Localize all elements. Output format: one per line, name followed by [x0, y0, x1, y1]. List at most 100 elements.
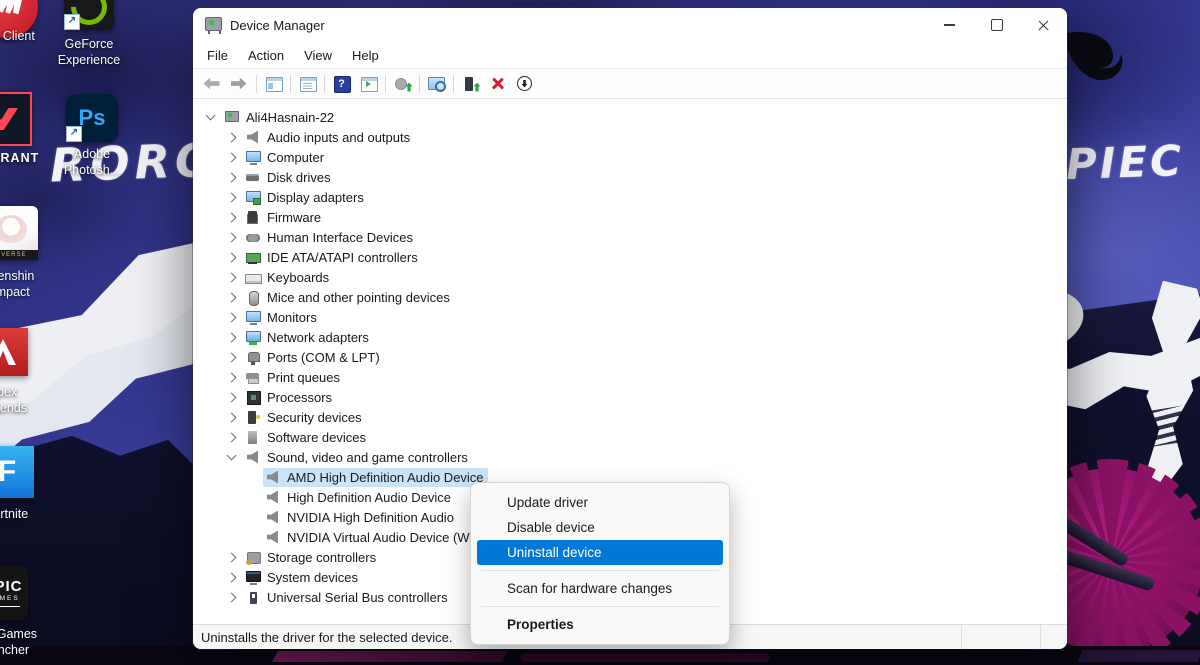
tree-item-entry[interactable]: Ports (COM & LPT): [243, 348, 384, 367]
tree-item-entry[interactable]: IDE ATA/ATAPI controllers: [243, 248, 422, 267]
tree-item-label: Ports (COM & LPT): [267, 350, 380, 365]
forward-icon: [230, 76, 250, 92]
menubar-item-help[interactable]: Help: [342, 45, 389, 66]
uninstall-device-button[interactable]: [484, 71, 511, 96]
tree-item-entry[interactable]: Universal Serial Bus controllers: [243, 588, 452, 607]
properties-button[interactable]: [294, 71, 321, 96]
tree-item-selected[interactable]: AMD High Definition Audio Device: [263, 468, 488, 487]
tree-item-entry[interactable]: Software devices: [243, 428, 370, 447]
tree-item-entry[interactable]: Mice and other pointing devices: [243, 288, 454, 307]
tree-item-entry[interactable]: Audio inputs and outputs: [243, 128, 414, 147]
tree-row: Mice and other pointing devices: [193, 287, 1067, 307]
chevron-right-icon[interactable]: [227, 392, 237, 402]
chevron-right-icon[interactable]: [227, 372, 237, 382]
context-menu-item-properties[interactable]: Properties: [477, 612, 723, 637]
tree-item-entry[interactable]: NVIDIA Virtual Audio Device (W: [263, 528, 474, 547]
chevron-right-icon[interactable]: [227, 312, 237, 322]
menubar-item-action[interactable]: Action: [238, 45, 294, 66]
fortnite-icon[interactable]: F: [0, 446, 34, 498]
epic-games-launcher-glyph-line: EPIC: [0, 579, 23, 594]
scan-for-hardware-changes-icon: [427, 76, 447, 92]
chevron-right-icon[interactable]: [227, 272, 237, 282]
epic-games-launcher-icon[interactable]: EPICGAMES: [0, 566, 28, 620]
disable-device-button[interactable]: [511, 71, 538, 96]
update-driver-software-button[interactable]: [389, 71, 416, 96]
chevron-right-icon[interactable]: [227, 212, 237, 222]
printer-icon: [245, 370, 261, 385]
desktop-icon-label[interactable]: Epic GamesLauncher: [0, 626, 65, 659]
tree-item-entry[interactable]: Security devices: [243, 408, 366, 427]
menubar-item-view[interactable]: View: [294, 45, 342, 66]
chevron-right-icon[interactable]: [227, 352, 237, 362]
tree-item-entry[interactable]: Monitors: [243, 308, 321, 327]
tree-item-entry[interactable]: Ali4Hasnain-22: [222, 108, 338, 127]
tree-item-entry[interactable]: Processors: [243, 388, 336, 407]
tree-item-entry[interactable]: Display adapters: [243, 188, 368, 207]
adobe-photoshop-icon[interactable]: Ps: [66, 94, 118, 142]
genshin-impact-badge: OVERSE: [0, 250, 38, 260]
chevron-down-icon[interactable]: [227, 451, 237, 461]
chevron-right-icon[interactable]: [227, 232, 237, 242]
tree-item-entry[interactable]: Firmware: [243, 208, 325, 227]
context-menu-item-disable-device[interactable]: Disable device: [477, 515, 723, 540]
show-action-pane-button[interactable]: [355, 71, 382, 96]
menubar-item-file[interactable]: File: [197, 45, 238, 66]
chevron-right-icon[interactable]: [227, 552, 237, 562]
wallpaper-graffiti-right: PIEC: [1065, 136, 1185, 189]
tree-item-entry[interactable]: Human Interface Devices: [243, 228, 417, 247]
chevron-down-icon[interactable]: [206, 111, 216, 121]
chevron-right-icon[interactable]: [227, 572, 237, 582]
menu-bar: FileActionViewHelp: [193, 42, 1067, 69]
chevron-right-icon[interactable]: [227, 252, 237, 262]
forward-button[interactable]: [226, 71, 253, 96]
tree-item-entry[interactable]: System devices: [243, 568, 362, 587]
valorant-icon[interactable]: [0, 92, 32, 146]
chevron-right-icon[interactable]: [227, 412, 237, 422]
scan-for-hardware-changes-button[interactable]: [423, 71, 450, 96]
tree-item-entry[interactable]: High Definition Audio Device: [263, 488, 455, 507]
context-menu-item-update-driver[interactable]: Update driver: [477, 490, 723, 515]
show-hide-console-tree-button[interactable]: [260, 71, 287, 96]
tree-item-label: Human Interface Devices: [267, 230, 413, 245]
context-menu-item-uninstall-device[interactable]: Uninstall device: [477, 540, 723, 565]
update-driver-software-icon: [393, 76, 413, 92]
chevron-right-icon[interactable]: [227, 152, 237, 162]
desktop-icon-label[interactable]: AdobePhotosh...: [30, 146, 154, 179]
title-bar[interactable]: Device Manager: [193, 8, 1067, 42]
chevron-right-icon[interactable]: [227, 592, 237, 602]
chevron-right-icon[interactable]: [227, 192, 237, 202]
apex-legends-icon[interactable]: [0, 328, 28, 376]
hid-icon: [245, 230, 261, 245]
update-driver-button[interactable]: [457, 71, 484, 96]
tree-item-entry[interactable]: Computer: [243, 148, 328, 167]
chevron-right-icon[interactable]: [227, 292, 237, 302]
ports-icon: [245, 350, 261, 365]
help-button[interactable]: [328, 71, 355, 96]
desktop-icon-label[interactable]: GeForceExperience: [27, 36, 151, 69]
chevron-right-icon[interactable]: [227, 332, 237, 342]
tree-item-entry[interactable]: Network adapters: [243, 328, 373, 347]
desktop-icon-label[interactable]: ApexLegends: [0, 384, 65, 417]
maximize-button[interactable]: [973, 8, 1020, 42]
geforce-experience-icon[interactable]: [64, 0, 114, 30]
context-menu-item-scan-for-hardware-changes[interactable]: Scan for hardware changes: [477, 576, 723, 601]
tree-item-entry[interactable]: Sound, video and game controllers: [243, 448, 472, 467]
tree-item-label: NVIDIA Virtual Audio Device (W: [287, 530, 470, 545]
desktop-icon-label[interactable]: GenshinImpact: [0, 268, 73, 301]
chevron-right-icon[interactable]: [227, 172, 237, 182]
chevron-right-icon[interactable]: [227, 132, 237, 142]
tree-item-label: Audio inputs and outputs: [267, 130, 410, 145]
desktop-icon-label[interactable]: Fortnite: [0, 506, 69, 522]
tree-item-entry[interactable]: Print queues: [243, 368, 344, 387]
minimize-button[interactable]: [926, 8, 973, 42]
ide-icon: [245, 250, 261, 265]
tree-item-entry[interactable]: Keyboards: [243, 268, 333, 287]
tree-item-entry[interactable]: Storage controllers: [243, 548, 380, 567]
genshin-impact-icon[interactable]: OVERSE: [0, 206, 38, 260]
tree-item-entry[interactable]: Disk drives: [243, 168, 335, 187]
back-button[interactable]: [199, 71, 226, 96]
chevron-right-icon[interactable]: [227, 432, 237, 442]
tree-row: Ali4Hasnain-22: [193, 107, 1067, 127]
tree-item-entry[interactable]: NVIDIA High Definition Audio: [263, 508, 458, 527]
close-button[interactable]: [1020, 8, 1067, 42]
